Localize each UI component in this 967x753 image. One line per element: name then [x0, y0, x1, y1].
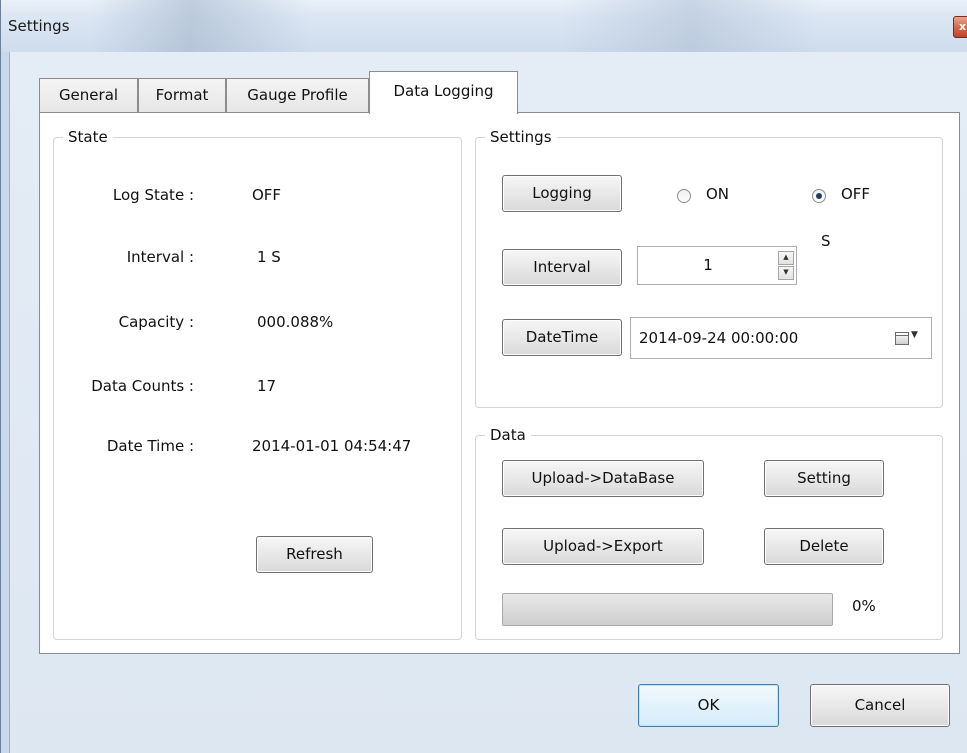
datetime-button[interactable]: DateTime: [502, 319, 622, 356]
tab-gauge-profile[interactable]: Gauge Profile: [226, 78, 369, 113]
upload-progress-bar: [502, 593, 833, 626]
upload-database-button[interactable]: Upload->DataBase: [502, 460, 704, 497]
capacity-value: 000.088%: [257, 313, 334, 331]
refresh-button[interactable]: Refresh: [256, 536, 373, 573]
close-button[interactable]: x: [953, 16, 967, 38]
radio-selected-dot: [816, 193, 822, 199]
ok-button[interactable]: OK: [638, 684, 779, 727]
progress-percent-label: 0%: [852, 597, 876, 615]
logging-off-label: OFF: [841, 185, 871, 203]
capacity-label: Capacity :: [118, 313, 194, 331]
interval-label: Interval :: [126, 248, 194, 266]
data-setting-button[interactable]: Setting: [764, 460, 884, 497]
interval-spinbox[interactable]: 1: [637, 246, 797, 285]
calendar-icon[interactable]: [895, 332, 909, 345]
titlebar-glass-shade-2: [561, 0, 821, 52]
titlebar-glass-shade: [91, 0, 311, 52]
date-time-value: 2014-01-01 04:54:47: [252, 437, 412, 455]
tab-data-logging[interactable]: Data Logging: [369, 71, 518, 114]
logging-button[interactable]: Logging: [502, 175, 622, 212]
title-bar[interactable]: Settings x: [1, 0, 967, 52]
data-legend: Data: [485, 426, 531, 444]
data-counts-label: Data Counts :: [91, 377, 194, 395]
datetime-picker-value: 2014-09-24 00:00:00: [639, 329, 799, 347]
log-state-value: OFF: [252, 186, 282, 204]
interval-value: 1 S: [257, 248, 281, 266]
interval-spinbox-value: 1: [703, 256, 713, 274]
chevron-down-icon[interactable]: ▼: [911, 330, 918, 340]
spin-up-icon[interactable]: ▲: [778, 251, 794, 265]
interval-button[interactable]: Interval: [502, 249, 622, 286]
tab-general[interactable]: General: [39, 78, 138, 113]
data-counts-value: 17: [257, 377, 277, 395]
cancel-button[interactable]: Cancel: [810, 684, 950, 727]
logging-on-radio[interactable]: [677, 189, 691, 203]
state-legend: State: [63, 128, 113, 146]
tab-format[interactable]: Format: [138, 78, 226, 113]
settings-legend: Settings: [485, 128, 557, 146]
log-state-label: Log State :: [112, 186, 194, 204]
spin-down-icon[interactable]: ▼: [778, 266, 794, 280]
interval-unit-label: S: [821, 232, 831, 250]
date-time-label: Date Time :: [106, 437, 194, 455]
upload-export-button[interactable]: Upload->Export: [502, 528, 704, 565]
settings-window: Settings x General Format Gauge Profile …: [0, 0, 967, 753]
logging-on-label: ON: [706, 185, 730, 203]
logging-off-radio[interactable]: [812, 189, 826, 203]
delete-button[interactable]: Delete: [764, 528, 884, 565]
datetime-picker[interactable]: 2014-09-24 00:00:00: [630, 317, 932, 359]
window-title: Settings: [8, 17, 70, 35]
